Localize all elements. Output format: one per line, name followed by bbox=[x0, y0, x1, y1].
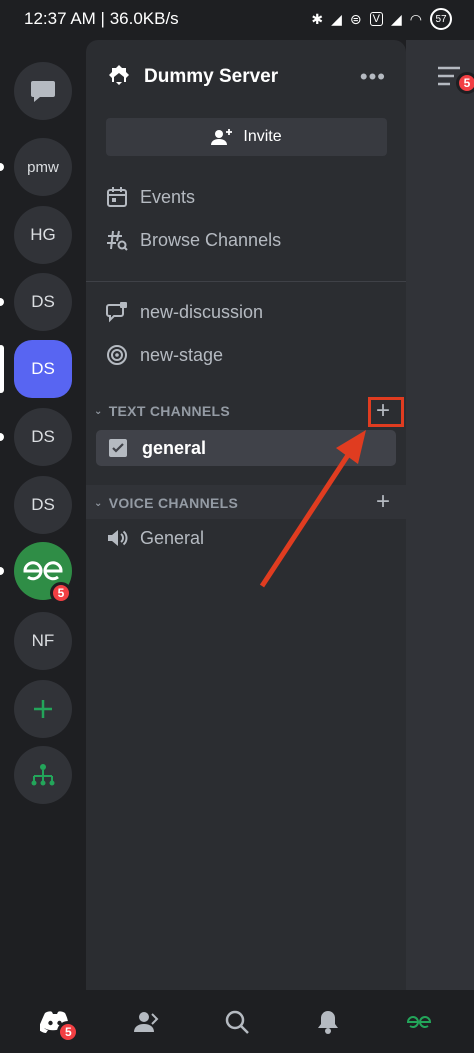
server-rail: pmw HG DS DS DS DS 5 NF bbox=[0, 40, 86, 990]
unread-indicator bbox=[0, 433, 4, 441]
channel-label: new-discussion bbox=[140, 301, 264, 322]
add-server-button[interactable] bbox=[14, 680, 72, 738]
speaker-icon bbox=[108, 530, 128, 546]
server-label: DS bbox=[31, 427, 55, 446]
server-pmw[interactable]: pmw bbox=[14, 138, 72, 196]
hashtag-search-icon bbox=[107, 230, 128, 251]
events-label: Events bbox=[140, 186, 196, 207]
server-label: DS bbox=[31, 495, 55, 514]
channel-general-voice[interactable]: General bbox=[106, 527, 204, 549]
nav-profile[interactable] bbox=[389, 997, 449, 1047]
channel-label: new-stage bbox=[140, 344, 224, 365]
channel-new-discussion[interactable]: new-discussion bbox=[106, 301, 263, 323]
gfg-avatar-icon bbox=[406, 1015, 431, 1028]
category-label: VOICE CHANNELS bbox=[108, 495, 239, 511]
home-badge: 5 bbox=[57, 1020, 80, 1043]
browse-channels-label: Browse Channels bbox=[140, 229, 282, 250]
channel-label: General bbox=[140, 527, 205, 548]
chat-bubble-icon bbox=[31, 81, 55, 102]
signal-icon-2: ◢ bbox=[391, 10, 402, 27]
server-ds-3[interactable]: DS bbox=[14, 476, 72, 534]
server-label: DS bbox=[31, 292, 55, 311]
bluetooth-icon: ✱ bbox=[311, 10, 324, 27]
server-ds-1[interactable]: DS bbox=[14, 273, 72, 331]
server-gfg[interactable]: 5 bbox=[14, 542, 72, 604]
invite-label: Invite bbox=[243, 128, 282, 145]
server-name: Dummy Server bbox=[144, 66, 279, 87]
server-label: HG bbox=[30, 225, 56, 244]
unread-indicator bbox=[0, 567, 4, 575]
hotspot-icon: ⊜ bbox=[349, 10, 362, 27]
signal-icon: ◢ bbox=[331, 10, 342, 27]
add-user-icon bbox=[211, 129, 233, 145]
calendar-icon bbox=[107, 187, 127, 207]
unread-indicator bbox=[0, 298, 4, 306]
notification-badge: 5 bbox=[456, 72, 474, 94]
explore-servers-button[interactable] bbox=[14, 746, 72, 804]
server-label: NF bbox=[31, 631, 55, 650]
browse-channels-item[interactable]: Browse Channels bbox=[106, 229, 281, 251]
direct-messages-button[interactable] bbox=[14, 62, 72, 120]
category-voice-channels[interactable]: ⌄ VOICE CHANNELS bbox=[94, 495, 238, 511]
create-voice-channel-button[interactable]: + bbox=[376, 490, 390, 514]
server-ds-selected[interactable]: DS bbox=[14, 340, 72, 398]
wifi-icon: ◠ bbox=[409, 10, 422, 27]
channel-new-stage[interactable]: new-stage bbox=[106, 344, 223, 366]
status-icons: ✱ ◢ ⊜ V ◢ ◠ 57 bbox=[311, 8, 452, 30]
channel-label: general bbox=[142, 437, 207, 458]
bell-icon bbox=[317, 1010, 338, 1034]
channel-general-text[interactable]: general bbox=[96, 430, 396, 466]
gfg-logo-icon bbox=[23, 561, 63, 581]
nav-home[interactable]: 5 bbox=[25, 997, 85, 1047]
volte-icon: V bbox=[369, 12, 383, 26]
status-bar: 12:37 AM | 36.0KB/s ✱ ◢ ⊜ V ◢ ◠ 57 bbox=[0, 0, 474, 38]
friends-icon bbox=[134, 1011, 159, 1032]
nav-search[interactable] bbox=[207, 997, 267, 1047]
more-options-icon[interactable]: ••• bbox=[360, 64, 386, 90]
plus-icon bbox=[34, 700, 52, 718]
chevron-down-icon: ⌄ bbox=[94, 497, 103, 509]
server-label: DS bbox=[31, 359, 55, 378]
divider bbox=[86, 281, 406, 282]
annotation-highlight-box bbox=[368, 397, 404, 427]
events-item[interactable]: Events bbox=[106, 186, 195, 208]
server-label: pmw bbox=[27, 158, 59, 176]
server-nf[interactable]: NF bbox=[14, 612, 72, 670]
unread-indicator bbox=[0, 163, 4, 171]
hub-icon bbox=[31, 764, 55, 786]
server-ds-2[interactable]: DS bbox=[14, 408, 72, 466]
battery-icon: 57 bbox=[430, 8, 452, 30]
channel-panel: Dummy Server ••• Invite Events Browse Ch… bbox=[86, 40, 406, 990]
server-header[interactable]: Dummy Server ••• bbox=[106, 62, 386, 92]
rules-channel-icon bbox=[109, 439, 127, 457]
bottom-nav: 5 bbox=[0, 990, 474, 1053]
invite-button[interactable]: Invite bbox=[106, 118, 387, 156]
nav-notifications[interactable] bbox=[298, 997, 358, 1047]
stage-icon bbox=[107, 345, 127, 365]
category-text-channels[interactable]: ⌄ TEXT CHANNELS bbox=[94, 403, 230, 419]
chevron-down-icon: ⌄ bbox=[94, 405, 103, 417]
nav-friends[interactable] bbox=[116, 997, 176, 1047]
server-hg[interactable]: HG bbox=[14, 206, 72, 264]
selected-indicator bbox=[0, 345, 4, 393]
forum-icon bbox=[106, 302, 127, 323]
chat-pane-peek[interactable]: 5 bbox=[406, 40, 474, 990]
status-time: 12:37 AM | 36.0KB/s bbox=[24, 9, 179, 28]
search-icon bbox=[225, 1010, 249, 1034]
category-label: TEXT CHANNELS bbox=[108, 403, 231, 419]
server-icon bbox=[109, 65, 129, 85]
mention-badge: 5 bbox=[50, 582, 72, 604]
